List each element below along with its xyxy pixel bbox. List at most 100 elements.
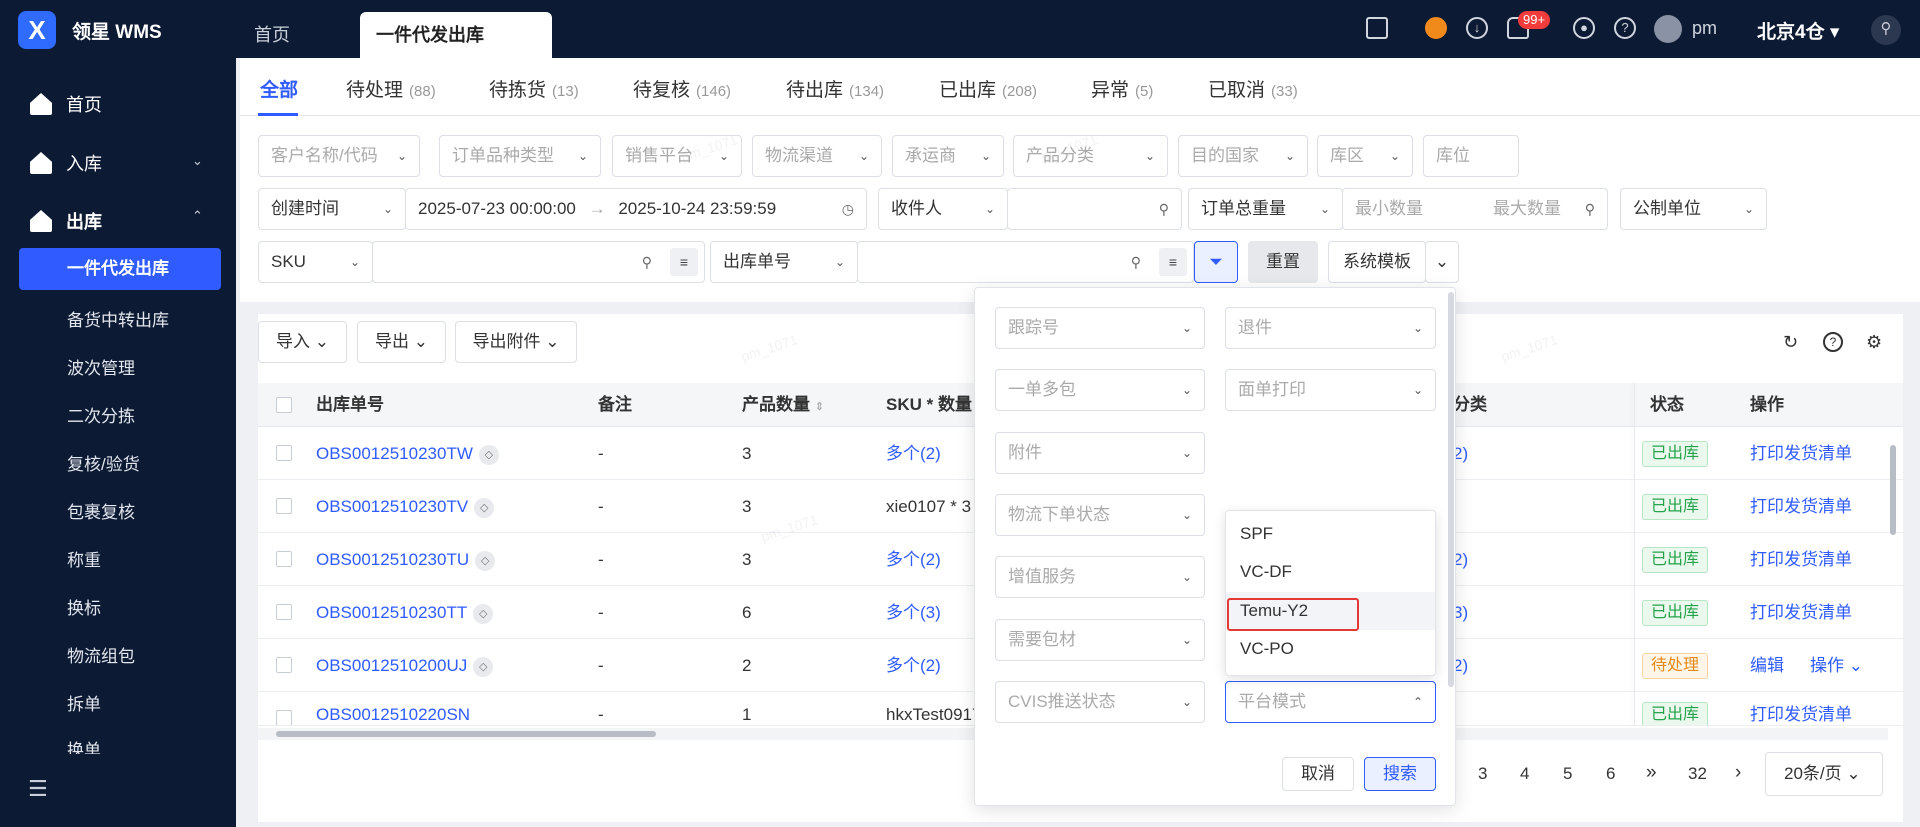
sidebar-sub-item[interactable]: 物流组包 <box>67 642 135 667</box>
order-no-input[interactable]: ⚲ ≡ <box>857 241 1194 283</box>
order-link[interactable]: OBS0012510230TU ◇ <box>316 533 496 586</box>
multi-package-select[interactable]: 一单多包 ⌄ <box>995 369 1205 411</box>
print-list-link[interactable]: 打印发货清单 <box>1750 586 1852 639</box>
sidebar-sub-item[interactable]: 换标 <box>67 594 101 619</box>
zone-select[interactable]: 库区 ⌄ <box>1317 135 1413 177</box>
cvis-status-select[interactable]: CVIS推送状态 ⌄ <box>995 681 1205 723</box>
detail-icon[interactable]: ◇ <box>478 444 499 465</box>
print-list-link[interactable]: 打印发货清单 <box>1750 533 1852 586</box>
row-checkbox[interactable] <box>276 551 292 567</box>
edit-link[interactable]: 编辑 <box>1750 639 1784 692</box>
row-checkbox[interactable] <box>276 498 292 514</box>
order-link[interactable]: OBS0012510220SN <box>316 692 470 725</box>
option-vc-po[interactable]: VC-PO <box>1226 630 1435 668</box>
sidebar-sub-item[interactable]: 拆单 <box>67 690 101 715</box>
destination-select[interactable]: 目的国家 ⌄ <box>1178 135 1308 177</box>
return-select[interactable]: 退件 ⌄ <box>1225 307 1436 349</box>
receiver-type-select[interactable]: 收件人 ⌄ <box>878 188 1008 230</box>
sidebar-sub-item[interactable]: 备货中转出库 <box>67 306 169 331</box>
sku-link[interactable]: 多个(2) <box>886 639 941 692</box>
template-button[interactable]: 系统模板 <box>1328 241 1426 283</box>
sidebar-item-inbound[interactable]: 入库 <box>30 150 102 176</box>
column-settings-icon[interactable]: ⚙ <box>1866 332 1882 353</box>
top-tab-dropship[interactable]: 一件代发出库 <box>360 12 552 58</box>
time-type-select[interactable]: 创建时间 ⌄ <box>258 188 406 230</box>
vertical-scrollbar[interactable] <box>1890 445 1896 535</box>
weight-range-input[interactable]: 最小数量 最大数量 ⚲ <box>1342 188 1608 230</box>
tab-pending[interactable]: 待处理 (88) <box>346 75 436 102</box>
sku-link[interactable]: 多个(3) <box>886 586 941 639</box>
logistics-order-status-select[interactable]: 物流下单状态 ⌄ <box>995 494 1205 536</box>
avatar[interactable] <box>1654 15 1682 43</box>
page-3[interactable]: 3 <box>1478 764 1487 784</box>
order-type-select[interactable]: 订单品种类型 ⌄ <box>439 135 601 177</box>
inbox-icon[interactable] <box>1366 17 1388 39</box>
row-checkbox[interactable] <box>276 604 292 620</box>
tracking-no-select[interactable]: 跟踪号 ⌄ <box>995 307 1205 349</box>
unit-select[interactable]: 公制单位 ⌄ <box>1620 188 1767 230</box>
tab-review[interactable]: 待复核 (146) <box>633 75 731 102</box>
sku-link[interactable]: 多个(2) <box>886 427 941 480</box>
detail-icon[interactable]: ◇ <box>473 603 494 624</box>
page-6[interactable]: 6 <box>1606 764 1615 784</box>
operation-menu[interactable]: 操作 ⌄ <box>1810 639 1863 692</box>
channel-select[interactable]: 物流渠道 ⌄ <box>752 135 882 177</box>
page-4[interactable]: 4 <box>1520 764 1529 784</box>
attachment-select[interactable]: 附件 ⌄ <box>995 432 1205 474</box>
sidebar-item-home[interactable]: 首页 <box>30 91 102 117</box>
export-attachment-button[interactable]: 导出附件 ⌄ <box>455 321 577 363</box>
detail-icon[interactable]: ◇ <box>473 656 494 677</box>
tab-all[interactable]: 全部 <box>260 75 298 102</box>
tab-picking[interactable]: 待拣货 (13) <box>489 75 579 102</box>
template-dropdown-icon[interactable]: ⌄ <box>1425 241 1459 283</box>
batch-input-icon[interactable]: ≡ <box>1159 248 1187 276</box>
label-print-select[interactable]: 面单打印 ⌄ <box>1225 369 1436 411</box>
more-filters-icon[interactable]: ⏷ <box>1194 241 1238 283</box>
refresh-icon[interactable]: ↻ <box>1783 332 1798 353</box>
sidebar-sub-item[interactable]: 换单 <box>67 736 101 754</box>
print-list-link[interactable]: 打印发货清单 <box>1750 427 1852 480</box>
detail-icon[interactable]: ◇ <box>474 497 495 518</box>
search-icon[interactable]: ⚲ <box>1871 15 1901 45</box>
page-32[interactable]: 32 <box>1688 764 1707 784</box>
scroll-thumb[interactable] <box>276 731 656 737</box>
print-list-link[interactable]: 打印发货清单 <box>1750 692 1852 725</box>
date-range-picker[interactable]: 2025-07-23 00:00:00 → 2025-10-24 23:59:5… <box>405 188 867 230</box>
top-tab-home[interactable]: 首页 <box>238 12 306 58</box>
detail-icon[interactable]: ◇ <box>475 550 496 571</box>
order-no-type-select[interactable]: 出库单号 ⌄ <box>710 241 858 283</box>
order-link[interactable]: OBS0012510230TV ◇ <box>316 480 495 533</box>
search-button[interactable]: 搜索 <box>1364 757 1436 791</box>
warehouse-selector[interactable]: 北京4仓 ▾ <box>1757 17 1839 44</box>
carrier-select[interactable]: 承运商 ⌄ <box>892 135 1004 177</box>
sidebar-sub-item[interactable]: 波次管理 <box>67 354 135 379</box>
tab-exception[interactable]: 异常 (5) <box>1091 75 1153 102</box>
option-vc-df[interactable]: VC-DF <box>1226 553 1435 591</box>
sku-input[interactable]: ⚲ ≡ <box>372 241 705 283</box>
page-5[interactable]: 5 <box>1563 764 1572 784</box>
packaging-select[interactable]: 需要包材 ⌄ <box>995 619 1205 661</box>
row-checkbox[interactable] <box>276 710 292 725</box>
page-jump-forward-icon[interactable]: » <box>1646 762 1657 784</box>
help-icon[interactable]: ? <box>1823 332 1843 352</box>
order-link[interactable]: OBS0012510200UJ ◇ <box>316 639 494 692</box>
order-link[interactable]: OBS0012510230TT ◇ <box>316 586 494 639</box>
sidebar-sub-item[interactable]: 二次分拣 <box>67 402 135 427</box>
select-all-checkbox[interactable] <box>276 397 292 413</box>
help-icon[interactable]: ? <box>1614 17 1636 39</box>
cancel-button[interactable]: 取消 <box>1282 757 1354 791</box>
reset-button[interactable]: 重置 <box>1248 241 1318 283</box>
collapse-menu-icon[interactable]: ☰ <box>28 776 48 802</box>
tab-cancelled[interactable]: 已取消 (33) <box>1208 75 1298 102</box>
col-qty[interactable]: 产品数量 ⇕ <box>742 383 824 429</box>
import-button[interactable]: 导入 ⌄ <box>258 321 347 363</box>
row-checkbox[interactable] <box>276 445 292 461</box>
tab-shipped[interactable]: 已出库 (208) <box>939 75 1037 102</box>
sidebar-item-outbound[interactable]: 出库 <box>30 208 102 234</box>
panel-scrollbar[interactable] <box>1448 292 1454 687</box>
print-list-link[interactable]: 打印发货清单 <box>1750 480 1852 533</box>
order-link[interactable]: OBS0012510230TW ◇ <box>316 427 499 480</box>
customer-select[interactable]: 客户名称/代码 ⌄ <box>258 135 420 177</box>
next-page-icon[interactable]: › <box>1735 762 1741 784</box>
robot-icon[interactable] <box>1425 17 1447 39</box>
